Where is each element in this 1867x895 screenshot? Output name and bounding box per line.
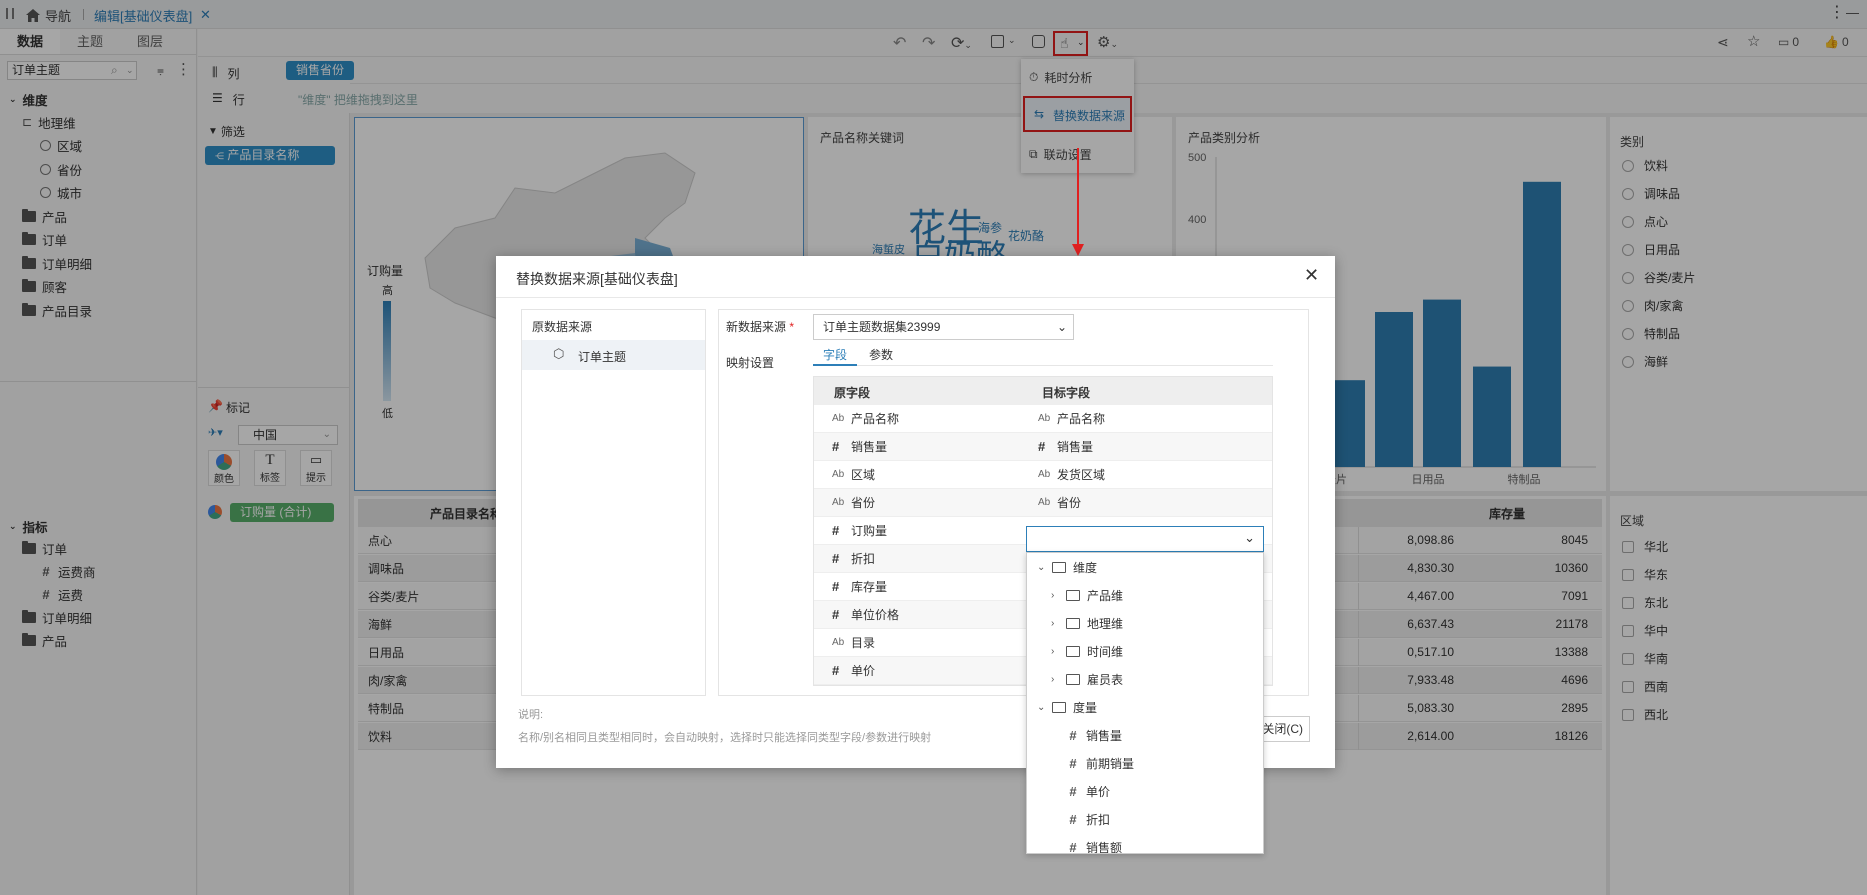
mapping-tabs: 字段 参数	[813, 344, 1273, 366]
source-field: 销售量	[851, 440, 888, 454]
text-type-icon: Ab	[832, 497, 845, 508]
hash-icon: #	[832, 663, 840, 678]
hash-icon: #	[1069, 811, 1077, 827]
folder-icon	[1066, 645, 1080, 657]
folder-icon	[1066, 617, 1080, 629]
original-source-item[interactable]: ⬡ 订单主题	[522, 340, 705, 370]
chevron-down-icon: ⌄	[1244, 530, 1255, 545]
mapping-row[interactable]: Ab 区域 Ab 发货区域	[814, 461, 1272, 489]
dropdown-item-label: 地理维	[1087, 616, 1124, 631]
tab-params[interactable]: 参数	[859, 346, 903, 363]
folder-icon	[1052, 701, 1066, 713]
dialog-title: 替换数据来源[基础仪表盘]	[516, 271, 678, 287]
source-field: 产品名称	[851, 412, 900, 426]
hash-icon: #	[832, 551, 840, 566]
dropdown-item[interactable]: # 销售额	[1027, 833, 1263, 854]
dropdown-item[interactable]: › 时间维	[1027, 637, 1263, 665]
hash-icon: #	[1069, 783, 1077, 799]
target-field: 省份	[1057, 496, 1082, 510]
chevron-right-icon: ›	[1051, 645, 1055, 657]
source-field: 区域	[851, 468, 876, 482]
mapping-row[interactable]: Ab 省份 Ab 省份	[814, 489, 1272, 517]
chevron-right-icon: ›	[1051, 673, 1055, 685]
chevron-down-icon: ⌄	[1037, 561, 1046, 573]
target-field-dropdown: ⌄ 维度 › 产品维 › 地理维 › 时间维 › 雇员表 ⌄ 度量 # 销售量 # 前期销量 # 单价 # 折扣 # 销售…	[1026, 552, 1264, 854]
dropdown-item[interactable]: ⌄ 度量	[1027, 693, 1263, 721]
source-field: 订购量	[851, 524, 888, 538]
dropdown-item-label: 销售额	[1086, 840, 1123, 854]
mapping-label: 映射设置	[726, 356, 775, 370]
dropdown-item-label: 销售量	[1086, 728, 1123, 743]
target-field: 销售量	[1057, 440, 1094, 454]
dropdown-item-label: 产品维	[1087, 588, 1124, 603]
chevron-right-icon: ›	[1051, 617, 1055, 629]
hash-icon: #	[832, 607, 840, 622]
dropdown-item[interactable]: # 销售量	[1027, 721, 1263, 749]
folder-icon	[1052, 561, 1066, 573]
folder-icon	[1066, 673, 1080, 685]
text-type-icon: Ab	[1038, 413, 1051, 424]
folder-icon	[1066, 589, 1080, 601]
text-type-icon: Ab	[832, 469, 845, 480]
dialog-header: 替换数据来源[基础仪表盘] ✕	[496, 256, 1335, 298]
hash-icon: #	[1069, 727, 1077, 743]
close-button[interactable]: 关闭(C)	[1258, 716, 1310, 742]
dropdown-item-label: 雇员表	[1087, 672, 1124, 687]
dropdown-item-label: 折扣	[1086, 812, 1111, 827]
original-source-header: 原数据来源	[532, 320, 593, 334]
target-field-select[interactable]: ⌄	[1026, 526, 1264, 552]
chevron-down-icon: ⌄	[1056, 320, 1067, 334]
hash-icon: #	[832, 439, 840, 454]
hash-icon: #	[832, 579, 840, 594]
original-source-panel: 原数据来源 ⬡ 订单主题	[521, 309, 706, 696]
dropdown-item-label: 时间维	[1087, 644, 1124, 659]
tab-fields[interactable]: 字段	[813, 346, 857, 366]
dropdown-item[interactable]: › 雇员表	[1027, 665, 1263, 693]
mapping-row[interactable]: Ab 产品名称 Ab 产品名称	[814, 405, 1272, 433]
dropdown-item[interactable]: ⌄ 维度	[1027, 553, 1263, 581]
dropdown-item-label: 单价	[1086, 784, 1111, 799]
text-type-icon: Ab	[1038, 497, 1051, 508]
source-field: 库存量	[851, 580, 888, 594]
dropdown-item[interactable]: › 地理维	[1027, 609, 1263, 637]
source-field: 单位价格	[851, 608, 900, 622]
dropdown-item-label: 前期销量	[1086, 756, 1135, 771]
new-source-label: 新数据来源 *	[726, 320, 795, 334]
text-type-icon: Ab	[832, 413, 845, 424]
source-field: 省份	[851, 496, 876, 510]
mapping-table-header: 原字段 目标字段	[814, 377, 1272, 405]
dropdown-item[interactable]: # 单价	[1027, 777, 1263, 805]
dropdown-item-label: 度量	[1073, 700, 1098, 715]
close-icon[interactable]: ✕	[1304, 265, 1319, 286]
source-field: 折扣	[851, 552, 876, 566]
note-title: 说明:	[518, 709, 544, 721]
red-arrow	[1072, 148, 1084, 256]
dropdown-item[interactable]: # 前期销量	[1027, 749, 1263, 777]
chevron-right-icon: ›	[1051, 589, 1055, 601]
mapping-row[interactable]: # 销售量 # 销售量	[814, 433, 1272, 461]
chevron-down-icon: ⌄	[1037, 701, 1046, 713]
hash-icon: #	[832, 523, 840, 538]
dropdown-item-label: 维度	[1073, 560, 1098, 575]
text-type-icon: Ab	[1038, 469, 1051, 480]
cube-icon: ⬡	[553, 346, 565, 361]
hash-icon: #	[1038, 439, 1046, 454]
source-field: 单价	[851, 664, 876, 678]
note-text: 名称/别名相同且类型相同时，会自动映射，选择时只能选择同类型字段/参数进行映射	[518, 732, 932, 744]
hash-icon: #	[1069, 755, 1077, 771]
new-source-select[interactable]: 订单主题数据集23999 ⌄	[813, 314, 1074, 340]
dropdown-item[interactable]: # 折扣	[1027, 805, 1263, 833]
source-field: 目录	[851, 636, 876, 650]
text-type-icon: Ab	[832, 637, 845, 648]
target-field: 发货区域	[1057, 468, 1106, 482]
hash-icon: #	[1069, 839, 1077, 854]
target-field: 产品名称	[1057, 412, 1106, 426]
dropdown-item[interactable]: › 产品维	[1027, 581, 1263, 609]
